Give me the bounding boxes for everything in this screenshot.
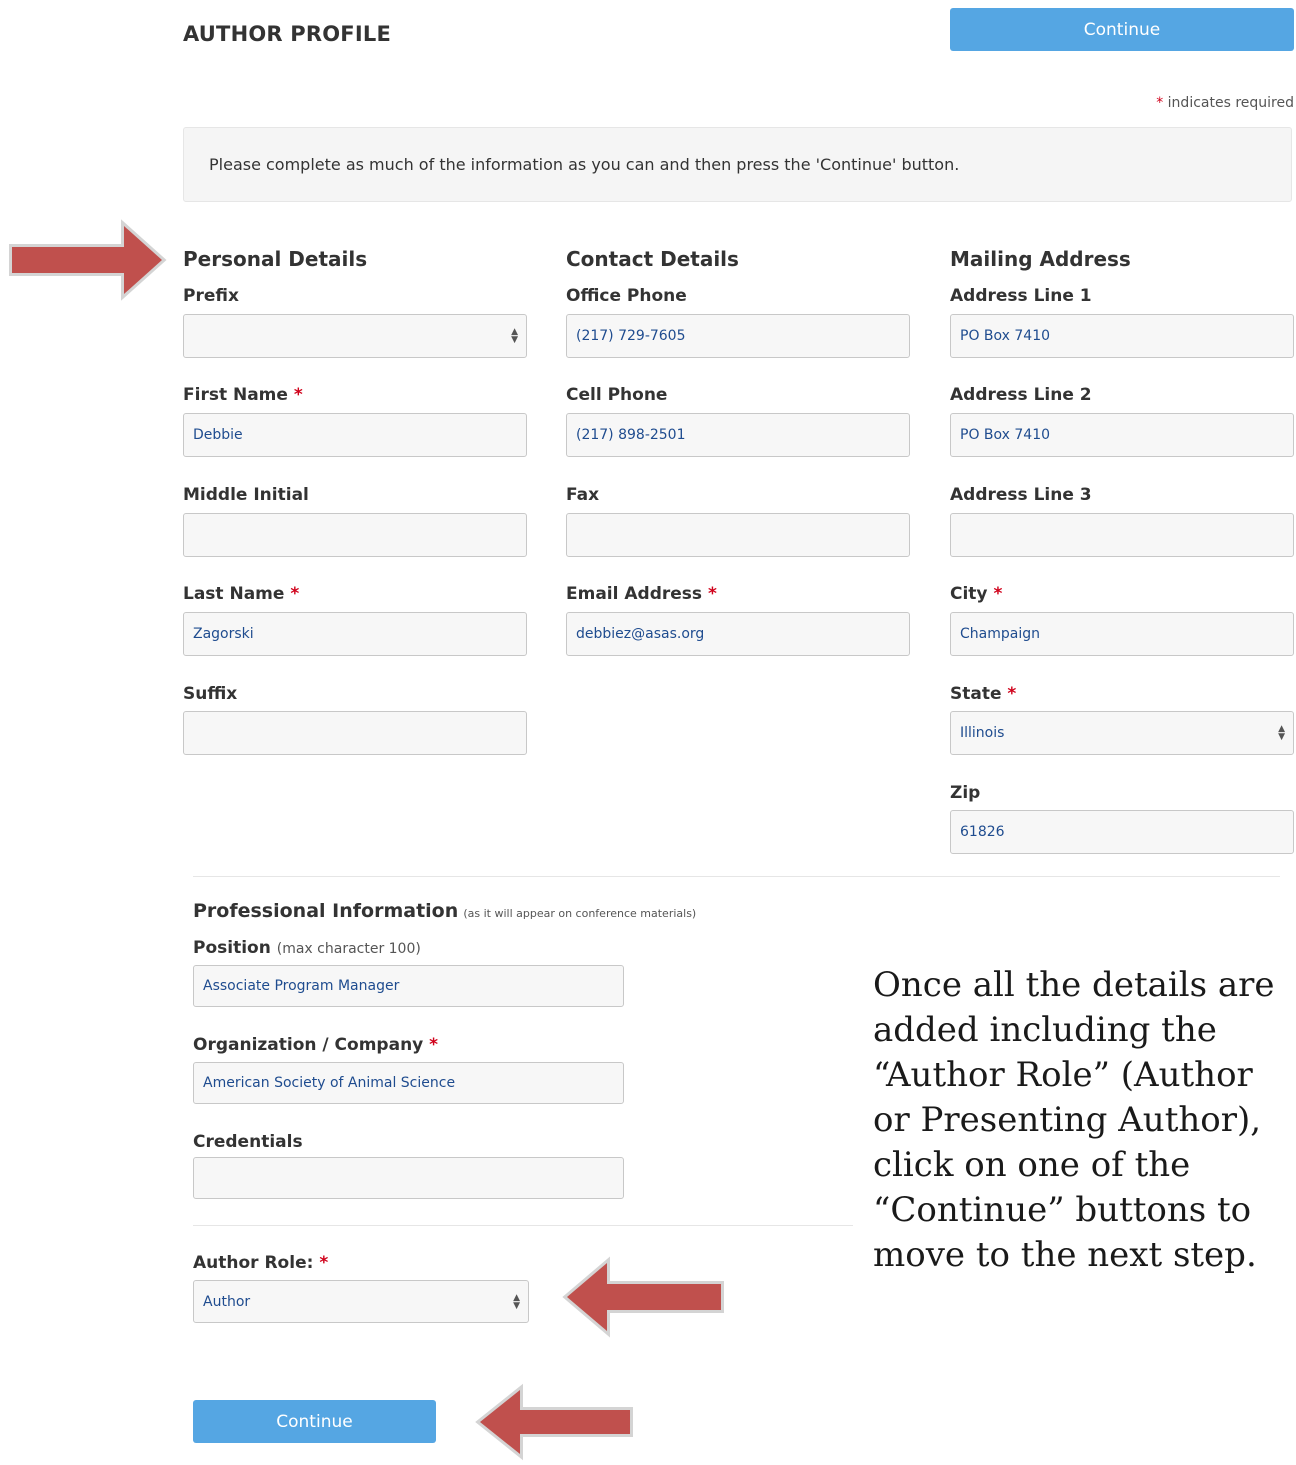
prefix-label: Prefix — [183, 286, 239, 306]
city-label: City * — [950, 584, 1002, 604]
author-role-label: Author Role: * — [193, 1253, 328, 1273]
continue-button-bottom[interactable]: Continue — [193, 1400, 436, 1443]
last-name-input[interactable] — [183, 612, 527, 656]
prefix-select[interactable]: ▲ ▼ — [183, 314, 527, 358]
suffix-label: Suffix — [183, 684, 238, 704]
state-label: State * — [950, 684, 1016, 704]
middle-initial-label: Middle Initial — [183, 485, 309, 505]
position-label: Position (max character 100) — [193, 938, 421, 958]
select-updown-icon: ▲ ▼ — [513, 1292, 520, 1311]
first-name-input[interactable] — [183, 413, 527, 457]
credentials-input[interactable] — [193, 1157, 624, 1199]
email-input[interactable] — [566, 612, 910, 656]
position-label-note: (max character 100) — [276, 941, 421, 957]
state-select-value: Illinois — [960, 725, 1005, 741]
state-select[interactable]: Illinois ▲ ▼ — [950, 711, 1294, 755]
zip-label: Zip — [950, 783, 981, 803]
required-note: * indicates required — [1156, 95, 1294, 111]
office-phone-label: Office Phone — [566, 286, 687, 306]
address-line2-input[interactable] — [950, 413, 1294, 457]
state-label-text: State — [950, 684, 1002, 704]
author-role-label-text: Author Role: — [193, 1253, 314, 1273]
required-star: * — [290, 584, 300, 604]
required-star: * — [1156, 95, 1164, 111]
author-role-select-value: Author — [203, 1293, 251, 1310]
instruction-annotation: Once all the details are added including… — [873, 965, 1275, 1275]
professional-heading-note: (as it will appear on conference materia… — [463, 907, 697, 920]
suffix-input[interactable] — [183, 711, 527, 755]
position-label-text: Position — [193, 938, 271, 958]
first-name-label: First Name * — [183, 385, 303, 405]
organization-input[interactable] — [193, 1062, 624, 1104]
page-title: AUTHOR PROFILE — [183, 22, 391, 46]
required-star: * — [993, 584, 1003, 604]
cell-phone-label: Cell Phone — [566, 385, 668, 405]
required-star: * — [429, 1035, 439, 1055]
required-star: * — [319, 1253, 329, 1273]
professional-heading-text: Professional Information — [193, 900, 459, 922]
personal-details-heading: Personal Details — [183, 247, 368, 271]
required-star: * — [707, 584, 717, 604]
fax-label: Fax — [566, 485, 600, 505]
select-updown-icon: ▲ ▼ — [1278, 724, 1285, 742]
address-line2-label: Address Line 2 — [950, 385, 1092, 405]
section-divider — [193, 876, 1280, 877]
middle-initial-input[interactable] — [183, 513, 527, 557]
zip-input[interactable] — [950, 810, 1294, 854]
left-arrow-icon — [562, 1256, 724, 1338]
required-star: * — [1007, 684, 1017, 704]
left-arrow-icon — [475, 1383, 633, 1461]
cell-phone-input[interactable] — [566, 413, 910, 457]
email-label: Email Address * — [566, 584, 717, 604]
position-input[interactable] — [193, 965, 624, 1007]
last-name-label-text: Last Name — [183, 584, 285, 604]
office-phone-input[interactable] — [566, 314, 910, 358]
organization-label-text: Organization / Company — [193, 1035, 424, 1055]
info-message-text: Please complete as much of the informati… — [209, 155, 960, 174]
address-line1-input[interactable] — [950, 314, 1294, 358]
section-divider — [193, 1225, 853, 1226]
address-line1-label: Address Line 1 — [950, 286, 1092, 306]
contact-details-heading: Contact Details — [566, 247, 739, 271]
author-role-select[interactable]: Author ▲ ▼ — [193, 1280, 529, 1323]
last-name-label: Last Name * — [183, 584, 299, 604]
info-message: Please complete as much of the informati… — [183, 127, 1292, 202]
city-label-text: City — [950, 584, 988, 604]
credentials-label: Credentials — [193, 1132, 303, 1152]
address-line3-input[interactable] — [950, 513, 1294, 557]
fax-input[interactable] — [566, 513, 910, 557]
select-updown-icon: ▲ ▼ — [511, 327, 518, 345]
right-arrow-icon — [9, 219, 167, 301]
continue-button-top[interactable]: Continue — [950, 8, 1294, 51]
organization-label: Organization / Company * — [193, 1035, 438, 1055]
professional-heading: Professional Information (as it will app… — [193, 900, 696, 922]
required-note-text: indicates required — [1167, 95, 1294, 111]
city-input[interactable] — [950, 612, 1294, 656]
first-name-label-text: First Name — [183, 385, 288, 405]
mailing-address-heading: Mailing Address — [950, 247, 1131, 271]
required-star: * — [293, 385, 303, 405]
email-label-text: Email Address — [566, 584, 703, 604]
address-line3-label: Address Line 3 — [950, 485, 1092, 505]
